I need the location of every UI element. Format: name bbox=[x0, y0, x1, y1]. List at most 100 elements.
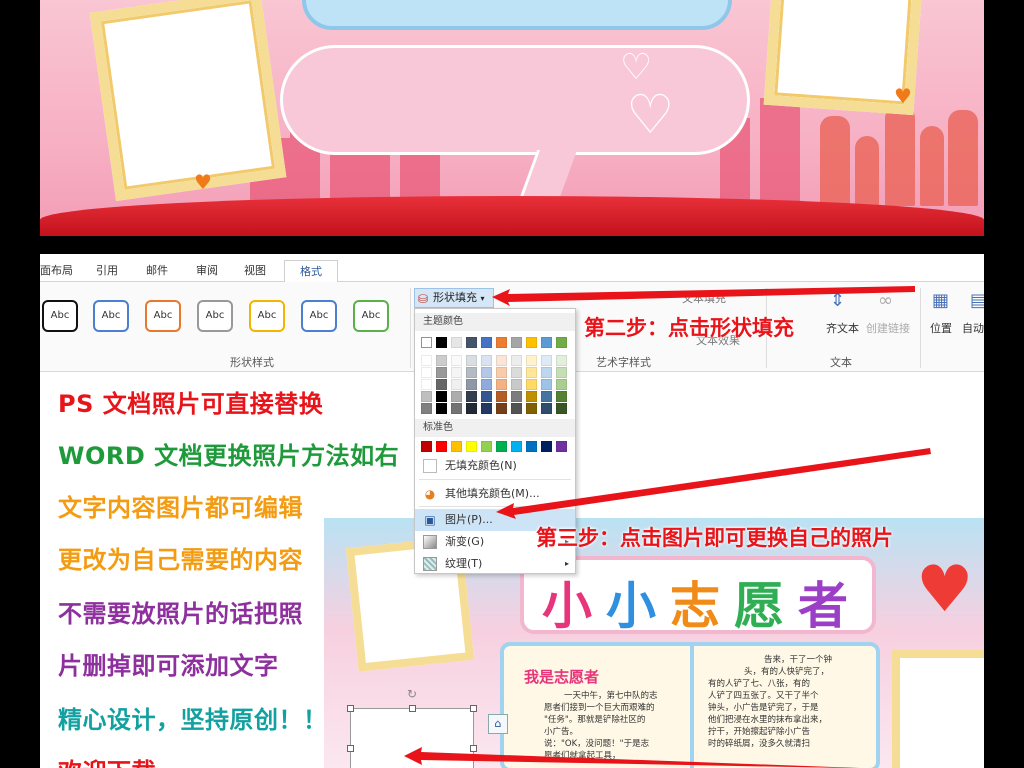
theme-color-swatch[interactable] bbox=[496, 391, 507, 402]
resize-handle[interactable] bbox=[470, 745, 477, 752]
theme-color-swatch[interactable] bbox=[481, 367, 492, 378]
theme-color-swatch[interactable] bbox=[556, 367, 567, 378]
text-fill-button[interactable]: 文本填充 bbox=[682, 290, 726, 306]
shape-style-black[interactable]: Abc bbox=[42, 300, 78, 332]
tab-review[interactable]: 审阅 bbox=[196, 262, 218, 278]
shape-style-blue[interactable]: Abc bbox=[93, 300, 129, 332]
shape-style-blue-2[interactable]: Abc bbox=[301, 300, 337, 332]
standard-color-swatch[interactable] bbox=[421, 441, 432, 452]
theme-color-swatch[interactable] bbox=[526, 391, 537, 402]
theme-color-swatch[interactable] bbox=[436, 337, 447, 348]
resize-handle[interactable] bbox=[470, 705, 477, 712]
theme-color-swatch[interactable] bbox=[556, 337, 567, 348]
theme-color-swatch[interactable] bbox=[451, 367, 462, 378]
create-link-button[interactable]: 创建链接 bbox=[866, 320, 910, 336]
tab-view[interactable]: 视图 bbox=[244, 262, 266, 278]
layout-options-icon[interactable]: ⌂ bbox=[488, 714, 508, 734]
theme-color-swatch[interactable] bbox=[511, 367, 522, 378]
theme-color-swatch[interactable] bbox=[511, 403, 522, 414]
standard-color-swatch[interactable] bbox=[481, 441, 492, 452]
standard-color-swatch[interactable] bbox=[526, 441, 537, 452]
selected-photo-frame[interactable]: ↻ bbox=[347, 687, 477, 768]
theme-color-swatch[interactable] bbox=[511, 337, 522, 348]
theme-color-swatch[interactable] bbox=[541, 391, 552, 402]
theme-color-swatch[interactable] bbox=[556, 403, 567, 414]
picture-fill-item[interactable]: ▣ 图片(P)... bbox=[415, 509, 575, 531]
shape-style-yellow[interactable]: Abc bbox=[249, 300, 285, 332]
more-colors-item[interactable]: ◕ 其他填充颜色(M)... bbox=[415, 483, 575, 505]
standard-color-swatch[interactable] bbox=[541, 441, 552, 452]
theme-color-swatch[interactable] bbox=[436, 367, 447, 378]
standard-color-swatch[interactable] bbox=[511, 441, 522, 452]
theme-color-swatch[interactable] bbox=[526, 337, 537, 348]
theme-color-swatch[interactable] bbox=[496, 355, 507, 366]
theme-color-swatch[interactable] bbox=[526, 403, 537, 414]
text-effects-button[interactable]: 文本效果 bbox=[696, 332, 740, 348]
rotate-handle-icon[interactable]: ↻ bbox=[407, 687, 417, 701]
theme-color-swatch[interactable] bbox=[556, 379, 567, 390]
theme-color-swatch[interactable] bbox=[496, 403, 507, 414]
theme-color-swatch[interactable] bbox=[496, 379, 507, 390]
align-text-button[interactable]: 齐文本 bbox=[826, 320, 859, 336]
theme-color-swatch[interactable] bbox=[526, 355, 537, 366]
theme-color-swatch[interactable] bbox=[451, 403, 462, 414]
poster-photo-frame-right[interactable] bbox=[892, 650, 984, 768]
theme-color-swatch[interactable] bbox=[421, 355, 432, 366]
standard-color-swatch[interactable] bbox=[466, 441, 477, 452]
tab-format[interactable]: 格式 bbox=[284, 260, 338, 283]
theme-color-swatch[interactable] bbox=[466, 367, 477, 378]
theme-color-swatch[interactable] bbox=[481, 403, 492, 414]
theme-color-swatch[interactable] bbox=[496, 367, 507, 378]
theme-color-swatch[interactable] bbox=[466, 391, 477, 402]
shape-style-orange[interactable]: Abc bbox=[145, 300, 181, 332]
theme-color-swatch[interactable] bbox=[466, 403, 477, 414]
theme-color-swatch[interactable] bbox=[451, 379, 462, 390]
theme-color-swatch[interactable] bbox=[421, 379, 432, 390]
theme-color-swatch[interactable] bbox=[541, 337, 552, 348]
standard-color-swatch[interactable] bbox=[436, 441, 447, 452]
tab-mailings[interactable]: 邮件 bbox=[146, 262, 168, 278]
auto-wrap-button[interactable]: 自动 bbox=[962, 320, 984, 336]
theme-color-swatch[interactable] bbox=[466, 355, 477, 366]
resize-handle[interactable] bbox=[347, 745, 354, 752]
shape-style-green[interactable]: Abc bbox=[353, 300, 389, 332]
theme-color-swatch[interactable] bbox=[511, 379, 522, 390]
theme-color-swatch[interactable] bbox=[421, 391, 432, 402]
resize-handle[interactable] bbox=[409, 705, 416, 712]
theme-color-swatch[interactable] bbox=[421, 403, 432, 414]
theme-color-swatch[interactable] bbox=[481, 379, 492, 390]
standard-color-swatch[interactable] bbox=[451, 441, 462, 452]
standard-color-swatch[interactable] bbox=[496, 441, 507, 452]
theme-color-swatch[interactable] bbox=[541, 367, 552, 378]
theme-color-swatch[interactable] bbox=[541, 355, 552, 366]
theme-color-swatch[interactable] bbox=[556, 355, 567, 366]
theme-color-swatch[interactable] bbox=[541, 403, 552, 414]
position-button[interactable]: 位置 bbox=[930, 320, 952, 336]
theme-color-swatch[interactable] bbox=[511, 355, 522, 366]
tab-references[interactable]: 引用 bbox=[96, 262, 118, 278]
theme-color-swatch[interactable] bbox=[526, 367, 537, 378]
theme-color-swatch[interactable] bbox=[451, 355, 462, 366]
theme-color-swatch[interactable] bbox=[466, 379, 477, 390]
theme-color-swatch[interactable] bbox=[421, 367, 432, 378]
theme-color-swatch[interactable] bbox=[421, 337, 432, 348]
theme-color-swatch[interactable] bbox=[496, 337, 507, 348]
theme-color-swatch[interactable] bbox=[481, 355, 492, 366]
theme-color-swatch[interactable] bbox=[436, 379, 447, 390]
theme-color-swatch[interactable] bbox=[481, 337, 492, 348]
theme-color-swatch[interactable] bbox=[481, 391, 492, 402]
theme-color-swatch[interactable] bbox=[556, 391, 567, 402]
theme-color-swatch[interactable] bbox=[436, 403, 447, 414]
theme-color-swatch[interactable] bbox=[436, 391, 447, 402]
gradient-fill-item[interactable]: 渐变(G) ▸ bbox=[415, 531, 575, 553]
tab-layout[interactable]: 面布局 bbox=[40, 262, 73, 278]
theme-color-swatch[interactable] bbox=[436, 355, 447, 366]
standard-color-swatch[interactable] bbox=[556, 441, 567, 452]
no-fill-item[interactable]: 无填充颜色(N) bbox=[415, 455, 575, 477]
theme-color-swatch[interactable] bbox=[511, 391, 522, 402]
theme-color-swatch[interactable] bbox=[451, 391, 462, 402]
shape-style-gray[interactable]: Abc bbox=[197, 300, 233, 332]
theme-color-swatch[interactable] bbox=[526, 379, 537, 390]
resize-handle[interactable] bbox=[347, 705, 354, 712]
theme-color-swatch[interactable] bbox=[541, 379, 552, 390]
